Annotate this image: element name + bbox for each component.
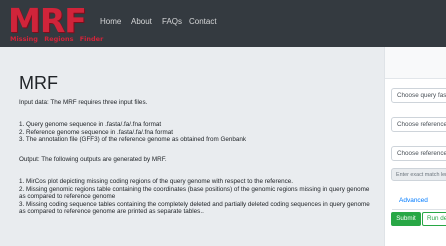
output-item-1: 1. MirCos plot depicting missing coding …	[19, 178, 294, 185]
sidebar-form: Choose query fasta Choose reference fast…	[384, 47, 446, 246]
sidebar-header	[385, 47, 446, 79]
advanced-tab[interactable]: Advanced	[392, 196, 446, 210]
output-item-3: 3. Missing coding sequence tables contai…	[19, 200, 370, 216]
output-intro: Output: The following outputs are genera…	[19, 156, 167, 163]
main-content: MRF Input data: The MRF requires three i…	[6, 59, 378, 246]
input-intro: Input data: The MRF requires three input…	[19, 99, 148, 106]
submit-button[interactable]: Submit	[391, 212, 421, 226]
logo[interactable]: MRF Missing Regions Finder	[8, 1, 103, 44]
output-item-2: 2. Missing genomic regions table contain…	[19, 185, 370, 201]
input-item-1: 1. Query genome sequence in .fasta/.fa/.…	[19, 121, 162, 128]
run-demo-button[interactable]: Run demo	[422, 212, 446, 226]
reference-gff-select[interactable]: Choose reference GFF	[391, 146, 446, 161]
nav-faqs-link[interactable]: FAQs	[162, 17, 182, 26]
input-item-3: 3. The annotation file (GFF3) of the ref…	[19, 136, 247, 144]
navbar: MRF Missing Regions Finder Home About FA…	[0, 0, 446, 47]
nav-about-link[interactable]: About	[131, 17, 152, 26]
page-title: MRF	[19, 73, 58, 93]
nav-contact-link[interactable]: Contact	[189, 17, 217, 26]
logo-title: MRF	[8, 1, 87, 40]
input-item-2: 2. Reference genome sequence in .fasta/.…	[19, 128, 174, 136]
nav-home-link[interactable]: Home	[100, 17, 121, 26]
logo-subtitle: Missing Regions Finder	[10, 35, 104, 43]
advanced-label: Advanced	[399, 197, 428, 204]
query-fasta-select[interactable]: Choose query fasta	[391, 88, 446, 103]
reference-fasta-select[interactable]: Choose reference fasta	[391, 117, 446, 132]
match-length-input[interactable]: Enter exact match length	[391, 168, 446, 181]
